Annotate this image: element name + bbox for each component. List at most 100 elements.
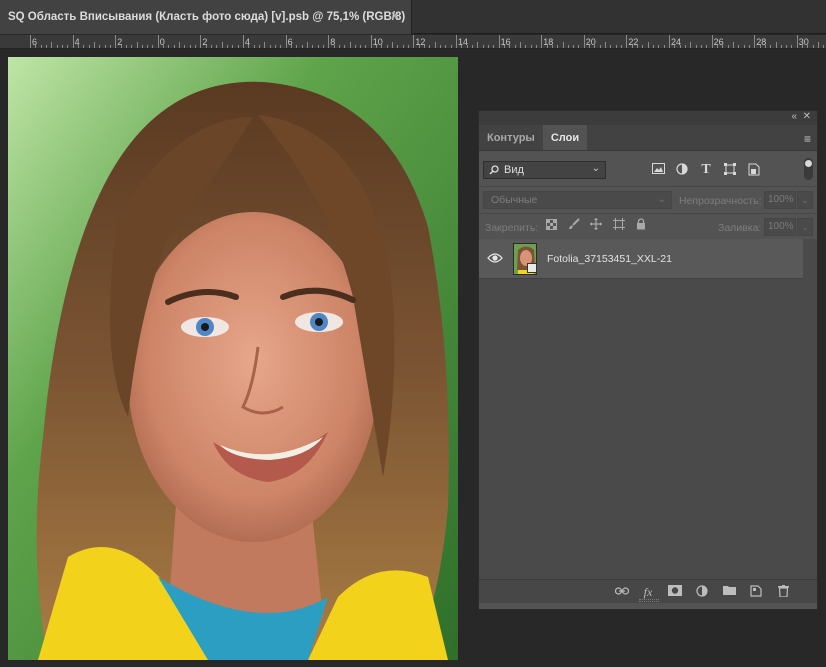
- ruler-tick: [360, 45, 362, 48]
- tab-paths[interactable]: Контуры: [479, 125, 543, 150]
- ruler-tick: [163, 45, 165, 48]
- chevron-down-icon: ⌄: [657, 194, 666, 205]
- fill-field[interactable]: 100%: [764, 218, 796, 236]
- ruler-tick: [173, 45, 175, 48]
- ruler-tick: [578, 45, 580, 48]
- document-tab[interactable]: SQ Область Вписывания (Класть фото сюда)…: [0, 0, 412, 34]
- layer-row[interactable]: Fotolia_37153451_XXL-21: [479, 239, 803, 279]
- ruler-tick: [796, 35, 798, 48]
- horizontal-ruler[interactable]: 6 4 2 0 2 4 6 8 10 12 14 16 18 20 22 24 26 28 30: [0, 35, 826, 49]
- adjustment-filter-icon[interactable]: [675, 163, 689, 177]
- filter-kind-select[interactable]: Вид ⌄: [483, 161, 606, 179]
- ruler-tick: [802, 45, 804, 48]
- ruler-tick: [434, 42, 436, 48]
- new-layer-icon[interactable]: [749, 585, 763, 599]
- ruler-tick: [205, 45, 207, 48]
- smart-object-filter-icon[interactable]: [747, 163, 761, 177]
- ruler-tick: [253, 45, 255, 48]
- ruler-tick: [690, 42, 692, 48]
- filter-toggle-switch[interactable]: [804, 158, 813, 180]
- ruler-tick: [658, 45, 660, 48]
- ruler-tick: [684, 45, 686, 48]
- ruler-tick: [823, 45, 825, 48]
- ruler-tick: [519, 42, 521, 48]
- type-filter-icon[interactable]: T: [699, 163, 713, 177]
- layer-name[interactable]: Fotolia_37153451_XXL-21: [547, 253, 672, 265]
- ruler-tick: [615, 45, 617, 48]
- ruler-tick: [376, 45, 378, 48]
- canvas-photo[interactable]: [8, 57, 458, 660]
- panel-resize-grip[interactable]: [639, 599, 659, 602]
- new-group-icon[interactable]: [722, 585, 736, 599]
- ruler-tick: [227, 45, 229, 48]
- link-layers-icon[interactable]: [614, 585, 630, 599]
- ruler-tick: [195, 45, 197, 48]
- ruler-tick: [221, 42, 223, 48]
- lock-move-icon[interactable]: [588, 218, 604, 234]
- adjustment-layer-icon[interactable]: [695, 585, 709, 599]
- ruler-tick: [812, 45, 814, 48]
- close-document-icon[interactable]: ✕: [390, 9, 400, 23]
- ruler-tick: [626, 35, 628, 48]
- ruler-tick: [503, 45, 505, 48]
- layers-scrollbar[interactable]: [803, 239, 817, 579]
- add-mask-icon[interactable]: [668, 585, 682, 599]
- opacity-field[interactable]: 100%: [764, 191, 796, 209]
- lock-paint-icon[interactable]: [566, 218, 582, 234]
- document-tab-title: SQ Область Вписывания (Класть фото сюда)…: [8, 11, 406, 23]
- ruler-tick: [679, 45, 681, 48]
- chevron-down-icon: ⌄: [591, 163, 600, 174]
- panel-menu-icon[interactable]: ≡: [804, 132, 811, 146]
- ruler-tick: [743, 45, 745, 48]
- smart-object-badge-icon: [527, 263, 537, 273]
- ruler-tick: [392, 42, 394, 48]
- ruler-tick: [589, 45, 591, 48]
- blend-row: Обычные ⌄ Непрозрачность: 100% ⌄: [479, 187, 817, 214]
- ruler-tick: [770, 45, 772, 48]
- ruler-tick: [237, 45, 239, 48]
- ruler-tick: [349, 42, 351, 48]
- ruler-tick: [573, 45, 575, 48]
- ruler-tick: [290, 45, 292, 48]
- ruler-tick: [136, 42, 138, 48]
- ruler-tick: [77, 45, 79, 48]
- ruler-tick: [397, 45, 399, 48]
- ruler-tick: [104, 45, 106, 48]
- ruler-tick: [109, 45, 111, 48]
- blend-mode-select[interactable]: Обычные ⌄: [483, 191, 672, 209]
- fill-dropdown-icon[interactable]: ⌄: [797, 218, 813, 236]
- image-filter-icon[interactable]: [651, 163, 665, 177]
- tab-layers[interactable]: Слои: [542, 125, 588, 150]
- ruler-tick: [551, 45, 553, 48]
- visibility-eye-icon[interactable]: [487, 251, 503, 265]
- ruler-tick: [232, 45, 234, 48]
- close-panel-icon[interactable]: ✕: [803, 111, 811, 122]
- ruler-tick: [386, 45, 388, 48]
- lock-artboard-icon[interactable]: [611, 218, 627, 234]
- delete-layer-icon[interactable]: [776, 585, 790, 599]
- ruler-tick: [56, 45, 58, 48]
- opacity-dropdown-icon[interactable]: ⌄: [797, 191, 813, 209]
- ruler-tick: [328, 35, 330, 48]
- filter-kind-value: Вид: [504, 164, 524, 176]
- ruler-tick: [67, 45, 69, 48]
- ruler-tick: [786, 45, 788, 48]
- ruler-tick: [818, 42, 820, 48]
- ruler-tick: [243, 35, 244, 48]
- ruler-tick: [354, 45, 356, 48]
- fx-icon[interactable]: fx: [641, 585, 655, 599]
- collapse-panel-icon[interactable]: «: [791, 111, 797, 122]
- lock-all-icon[interactable]: [633, 218, 649, 234]
- ruler-tick: [482, 45, 484, 48]
- ruler-tick: [674, 45, 676, 48]
- ruler-tick: [45, 45, 47, 48]
- ruler-tick: [83, 45, 85, 48]
- ruler-tick: [477, 42, 479, 48]
- ruler-tick: [413, 35, 415, 48]
- lock-transparent-icon[interactable]: [543, 218, 559, 234]
- ruler-tick: [722, 45, 724, 48]
- shape-filter-icon[interactable]: [723, 163, 737, 177]
- ruler-tick: [807, 45, 809, 48]
- ruler-tick: [269, 45, 271, 48]
- ruler-tick: [280, 45, 282, 48]
